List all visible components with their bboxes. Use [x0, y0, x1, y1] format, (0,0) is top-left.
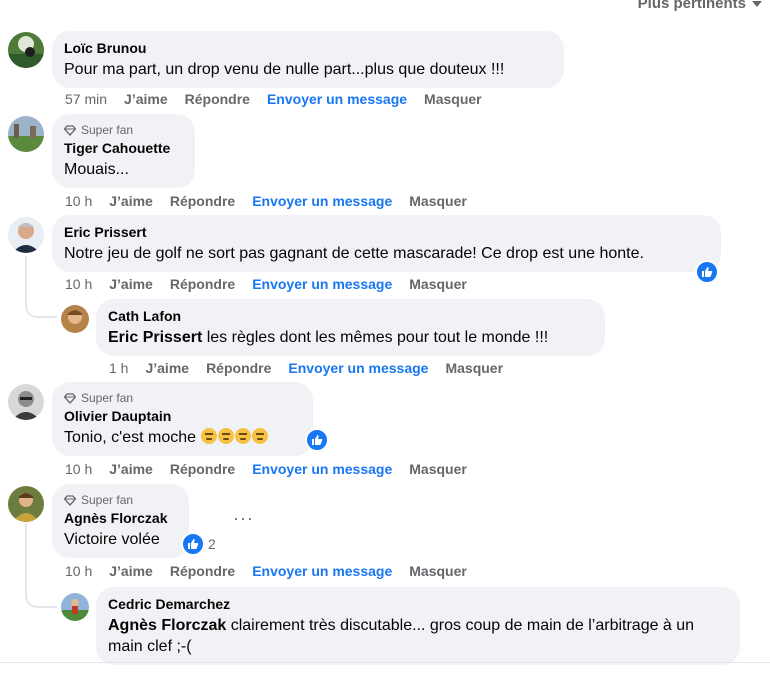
comment-bubble: Eric Prissert Notre jeu de golf ne sort … — [52, 215, 721, 272]
avatar[interactable] — [8, 384, 44, 420]
super-fan-badge: Super fan — [64, 390, 301, 406]
hide-button[interactable]: Masquer — [424, 91, 482, 107]
super-fan-badge: Super fan — [64, 492, 177, 508]
author-name[interactable]: Loïc Brunou — [64, 39, 552, 57]
avatar[interactable] — [8, 217, 44, 253]
reply-text: les règles dont les mêmes pour tout le m… — [202, 329, 549, 346]
sort-label: Plus pertinents — [637, 0, 746, 12]
send-message-button[interactable]: Envoyer un message — [252, 193, 392, 209]
diamond-icon — [64, 124, 76, 136]
comment-text-body: Tonio, c'est moche — [64, 429, 201, 446]
sort-dropdown[interactable]: Plus pertinents — [638, 0, 762, 12]
avatar[interactable] — [8, 486, 44, 522]
divider — [0, 662, 770, 663]
comment-text: Agnès Florczak clairement très discutabl… — [108, 615, 728, 657]
timestamp[interactable]: 57 min — [65, 91, 107, 107]
reply-bubble: Cath Lafon Eric Prissert les règles dont… — [96, 299, 605, 356]
comment-bubble: Super fan Agnès Florczak Victoire volée — [52, 484, 189, 558]
like-reaction-icon — [305, 428, 329, 452]
comment-actions: 10 h J’aime Répondre Envoyer un message … — [65, 276, 467, 292]
comment-text: Victoire volée — [64, 531, 160, 548]
reaction-summary[interactable] — [695, 260, 719, 284]
comment-actions: 1 h J’aime Répondre Envoyer un message M… — [109, 360, 503, 376]
thinking-emoji-icon — [235, 428, 252, 444]
hide-button[interactable]: Masquer — [445, 360, 503, 376]
thread-line — [25, 523, 27, 583]
more-options-icon[interactable]: ··· — [233, 508, 254, 529]
comment-bubble: Loïc Brunou Pour ma part, un drop venu d… — [52, 31, 564, 88]
timestamp[interactable]: 10 h — [65, 193, 92, 209]
comment-text: Tonio, c'est moche — [64, 427, 301, 448]
author-name[interactable]: Cedric Demarchez — [108, 595, 728, 613]
badge-label: Super fan — [81, 493, 134, 507]
super-fan-badge: Super fan — [64, 122, 183, 138]
send-message-button[interactable]: Envoyer un message — [288, 360, 428, 376]
timestamp[interactable]: 10 h — [65, 276, 92, 292]
diamond-icon — [64, 494, 76, 506]
comment-actions: 10 h J’aime Répondre Envoyer un message … — [65, 563, 467, 579]
badge-label: Super fan — [81, 123, 134, 137]
send-message-button[interactable]: Envoyer un message — [252, 461, 392, 477]
reply-button[interactable]: Répondre — [185, 91, 250, 107]
author-name[interactable]: Olivier Dauptain — [64, 407, 301, 425]
like-reaction-icon — [695, 260, 719, 284]
author-name[interactable]: Cath Lafon — [108, 307, 593, 325]
comment-bubble: Super fan Olivier Dauptain Tonio, c'est … — [52, 382, 313, 456]
avatar[interactable] — [8, 32, 44, 68]
reaction-summary[interactable]: 2 — [181, 532, 216, 556]
comment-text: Eric Prissert les règles dont les mêmes … — [108, 327, 593, 348]
hide-button[interactable]: Masquer — [409, 193, 467, 209]
chevron-down-icon — [752, 0, 762, 7]
comment-text: Notre jeu de golf ne sort pas gagnant de… — [64, 245, 644, 262]
badge-label: Super fan — [81, 391, 134, 405]
timestamp[interactable]: 10 h — [65, 563, 92, 579]
hide-button[interactable]: Masquer — [409, 563, 467, 579]
avatar[interactable] — [61, 305, 89, 333]
reply-button[interactable]: Répondre — [170, 276, 235, 292]
comment-text: Mouais... — [64, 161, 129, 178]
unamused-emoji-icon — [218, 428, 235, 444]
like-reaction-icon — [181, 532, 205, 556]
reply-bubble: Cedric Demarchez Agnès Florczak claireme… — [96, 587, 740, 665]
hide-button[interactable]: Masquer — [409, 276, 467, 292]
comment-actions: 10 h J’aime Répondre Envoyer un message … — [65, 193, 467, 209]
send-message-button[interactable]: Envoyer un message — [252, 563, 392, 579]
reply-button[interactable]: Répondre — [170, 563, 235, 579]
reply-button[interactable]: Répondre — [170, 193, 235, 209]
like-button[interactable]: J’aime — [124, 91, 168, 107]
send-message-button[interactable]: Envoyer un message — [252, 276, 392, 292]
comment-bubble: Super fan Tiger Cahouette Mouais... — [52, 114, 195, 188]
mention-link[interactable]: Agnès Florczak — [108, 617, 226, 634]
author-name[interactable]: Eric Prissert — [64, 223, 709, 241]
thread-line — [25, 256, 27, 292]
reaction-count: 2 — [208, 536, 216, 552]
like-button[interactable]: J’aime — [109, 193, 153, 209]
diamond-icon — [64, 392, 76, 404]
like-button[interactable]: J’aime — [109, 461, 153, 477]
comment-text: Pour ma part, un drop venu de nulle part… — [64, 61, 505, 78]
like-button[interactable]: J’aime — [145, 360, 189, 376]
reaction-summary[interactable] — [305, 428, 329, 452]
avatar[interactable] — [8, 116, 44, 152]
author-name[interactable]: Tiger Cahouette — [64, 139, 183, 157]
comment-actions: 57 min J’aime Répondre Envoyer un messag… — [65, 91, 482, 107]
timestamp[interactable]: 10 h — [65, 461, 92, 477]
send-message-button[interactable]: Envoyer un message — [267, 91, 407, 107]
thread-connector — [25, 580, 57, 608]
timestamp[interactable]: 1 h — [109, 360, 128, 376]
hide-button[interactable]: Masquer — [409, 461, 467, 477]
author-name[interactable]: Agnès Florczak — [64, 509, 177, 527]
comment-actions: 10 h J’aime Répondre Envoyer un message … — [65, 461, 467, 477]
reply-button[interactable]: Répondre — [206, 360, 271, 376]
like-button[interactable]: J’aime — [109, 563, 153, 579]
mention-link[interactable]: Eric Prissert — [108, 329, 202, 346]
unamused-emoji-icon — [201, 428, 218, 444]
avatar[interactable] — [61, 593, 89, 621]
thread-connector — [25, 290, 57, 318]
reply-button[interactable]: Répondre — [170, 461, 235, 477]
like-button[interactable]: J’aime — [109, 276, 153, 292]
wink-emoji-icon — [252, 428, 269, 444]
